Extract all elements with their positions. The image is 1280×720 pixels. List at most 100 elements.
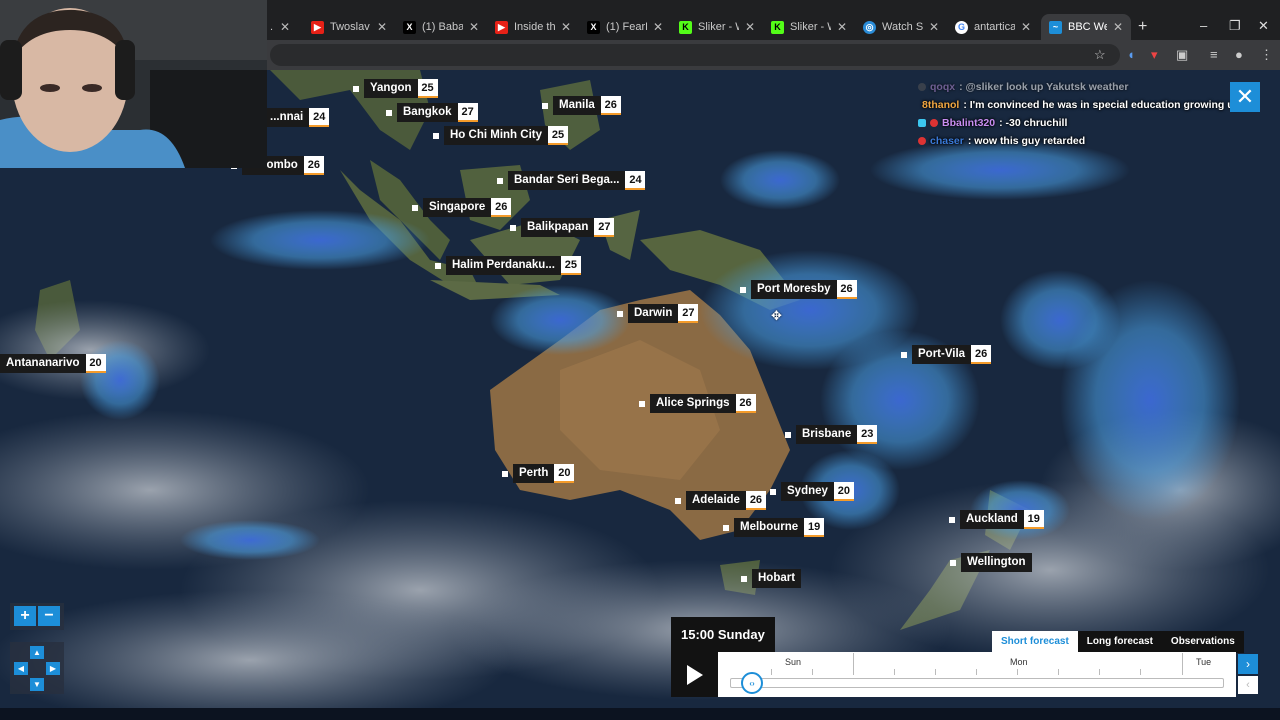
timeline-handle[interactable]: ‹› xyxy=(741,672,763,694)
timeline-prev-button[interactable]: ‹ xyxy=(1238,676,1258,694)
city-marker[interactable]: Manila 26 xyxy=(542,96,621,115)
city-marker[interactable]: Singapore 26 xyxy=(412,198,512,217)
browser-tab-active[interactable]: ~ BBC Weathe ✕ xyxy=(1041,14,1131,40)
city-marker[interactable]: Adelaide 26 xyxy=(675,491,766,510)
chat-message: qoqx: @sliker look up Yakutsk weather xyxy=(918,78,1238,96)
browser-tab[interactable]: X (1) Baba on X ✕ xyxy=(395,14,487,40)
city-marker[interactable]: Bandar Seri Bega... 24 xyxy=(497,171,646,190)
city-name: Halim Perdanaku... xyxy=(446,256,561,275)
chat-badge-icon xyxy=(918,137,926,145)
tab-close-icon[interactable]: ✕ xyxy=(377,20,387,34)
city-marker[interactable]: Melbourne 19 xyxy=(723,518,825,537)
timeline-track[interactable] xyxy=(730,678,1224,688)
city-name: Yangon xyxy=(364,79,418,98)
chevron-left-icon: ‹ xyxy=(1246,679,1250,691)
chat-username: qoqx xyxy=(930,81,956,93)
browser-tab[interactable]: ◎ Watch Shan ✕ xyxy=(855,14,947,40)
new-tab-button[interactable]: + xyxy=(1138,18,1147,36)
city-temp: 26 xyxy=(745,491,766,510)
city-marker[interactable]: Port-Vila 26 xyxy=(901,345,992,364)
city-temp: 25 xyxy=(548,126,568,145)
forecast-tabs: Short forecast Long forecast Observation… xyxy=(992,631,1244,653)
city-marker[interactable]: Halim Perdanaku... 25 xyxy=(435,256,581,275)
zoom-controls: + − xyxy=(14,606,60,626)
zoom-out-button[interactable]: − xyxy=(38,606,60,626)
browser-tab[interactable]: ▶ Inside the N ✕ xyxy=(487,14,579,40)
kick-icon: K xyxy=(679,20,692,34)
cast-icon[interactable]: ◖ xyxy=(1127,47,1135,62)
chat-username: Bbalint320 xyxy=(942,117,996,129)
profile-icon[interactable]: ● xyxy=(1235,47,1243,62)
city-temp: 24 xyxy=(625,171,646,190)
city-temp: 26 xyxy=(735,394,756,413)
x-icon: X xyxy=(587,20,600,34)
tab-observations[interactable]: Observations xyxy=(1161,631,1244,653)
tab-close-icon[interactable]: ✕ xyxy=(745,20,755,34)
play-button[interactable] xyxy=(671,652,718,697)
window-close-button[interactable]: ✕ xyxy=(1258,18,1269,34)
city-marker[interactable]: Bangkok 27 xyxy=(386,103,478,122)
city-marker[interactable]: Wellington xyxy=(950,553,1032,572)
tab-close-icon[interactable]: ✕ xyxy=(561,20,571,34)
chat-username: 8thanol xyxy=(922,99,960,111)
browser-tab[interactable]: K Sliker - Watc ✕ xyxy=(671,14,763,40)
url-input[interactable] xyxy=(270,44,1120,66)
city-marker[interactable]: Antananarivo 20 xyxy=(0,354,106,373)
map-close-button[interactable]: ✕ xyxy=(1230,82,1260,112)
city-name: Wellington xyxy=(961,553,1032,572)
tab-close-icon[interactable]: ✕ xyxy=(837,20,847,34)
city-temp: 24 xyxy=(309,108,330,127)
browser-tab[interactable]: K Sliker - Watc ✕ xyxy=(763,14,855,40)
city-temp: 19 xyxy=(1023,510,1044,529)
city-marker[interactable]: Auckland 19 xyxy=(949,510,1044,529)
tab-close-icon[interactable]: ✕ xyxy=(469,20,479,34)
pan-up-button[interactable]: ▲ xyxy=(30,646,44,659)
timeline-scrubber[interactable]: Sun Mon Tue ‹› xyxy=(718,652,1236,697)
pan-right-button[interactable]: ▶ xyxy=(46,662,60,675)
extensions-puzzle-icon[interactable]: ▣ xyxy=(1176,47,1188,63)
media-controls-icon[interactable]: ≡ xyxy=(1210,47,1218,62)
city-marker[interactable]: Sydney 20 xyxy=(770,482,854,501)
minimize-button[interactable]: – xyxy=(1200,18,1207,33)
city-marker[interactable]: Darwin 27 xyxy=(617,304,699,323)
tab-close-icon[interactable]: ✕ xyxy=(1021,20,1031,34)
city-marker[interactable]: Port Moresby 26 xyxy=(740,280,857,299)
tab-close-icon[interactable]: ✕ xyxy=(929,20,939,34)
pan-down-button[interactable]: ▼ xyxy=(30,678,44,691)
menu-icon[interactable]: ⋮ xyxy=(1260,47,1273,63)
tab-short-forecast[interactable]: Short forecast xyxy=(992,631,1078,653)
tab-close-icon[interactable]: ✕ xyxy=(653,20,663,34)
chevron-right-icon: › xyxy=(1246,657,1250,671)
day-label: Mon xyxy=(1010,657,1028,667)
webcam-feed xyxy=(0,0,267,168)
chat-badge-icon xyxy=(930,119,938,127)
city-marker[interactable]: Balikpapan 27 xyxy=(510,218,615,237)
city-name: Singapore xyxy=(423,198,492,217)
chat-badge-icon xyxy=(918,83,926,91)
extension-icon[interactable]: ▾ xyxy=(1151,47,1158,63)
tab-close-icon[interactable]: ✕ xyxy=(1113,20,1123,34)
city-marker[interactable]: Brisbane 23 xyxy=(785,425,878,444)
city-name: Sydney xyxy=(781,482,834,501)
restore-button[interactable]: ❐ xyxy=(1229,18,1241,34)
tab-close-icon[interactable]: ✕ xyxy=(280,20,290,34)
city-marker[interactable]: Hobart xyxy=(741,569,802,588)
city-marker[interactable]: Ho Chi Minh City 25 xyxy=(433,126,568,145)
bottom-strip xyxy=(0,708,1280,720)
city-marker[interactable]: Yangon 25 xyxy=(353,79,438,98)
drag-arrows-icon: ‹› xyxy=(749,678,755,688)
browser-tab[interactable]: ▶ Twoslav - You ✕ xyxy=(303,14,395,40)
browser-tab[interactable]: ...ty ✕ xyxy=(262,14,298,40)
city-marker[interactable]: Perth 20 xyxy=(502,464,575,483)
browser-tab[interactable]: G antartica we ✕ xyxy=(947,14,1039,40)
tab-long-forecast[interactable]: Long forecast xyxy=(1077,631,1162,653)
city-name: Manila xyxy=(553,96,601,115)
city-name: Adelaide xyxy=(686,491,746,510)
browser-tab[interactable]: X (1) FearBuck ✕ xyxy=(579,14,671,40)
zoom-in-button[interactable]: + xyxy=(14,606,36,626)
city-marker[interactable]: Alice Springs 26 xyxy=(639,394,756,413)
city-temp: 26 xyxy=(836,280,857,299)
pan-left-button[interactable]: ◀ xyxy=(14,662,28,675)
timeline-next-button[interactable]: › xyxy=(1238,654,1258,674)
bookmark-star-icon[interactable]: ☆ xyxy=(1094,47,1106,63)
